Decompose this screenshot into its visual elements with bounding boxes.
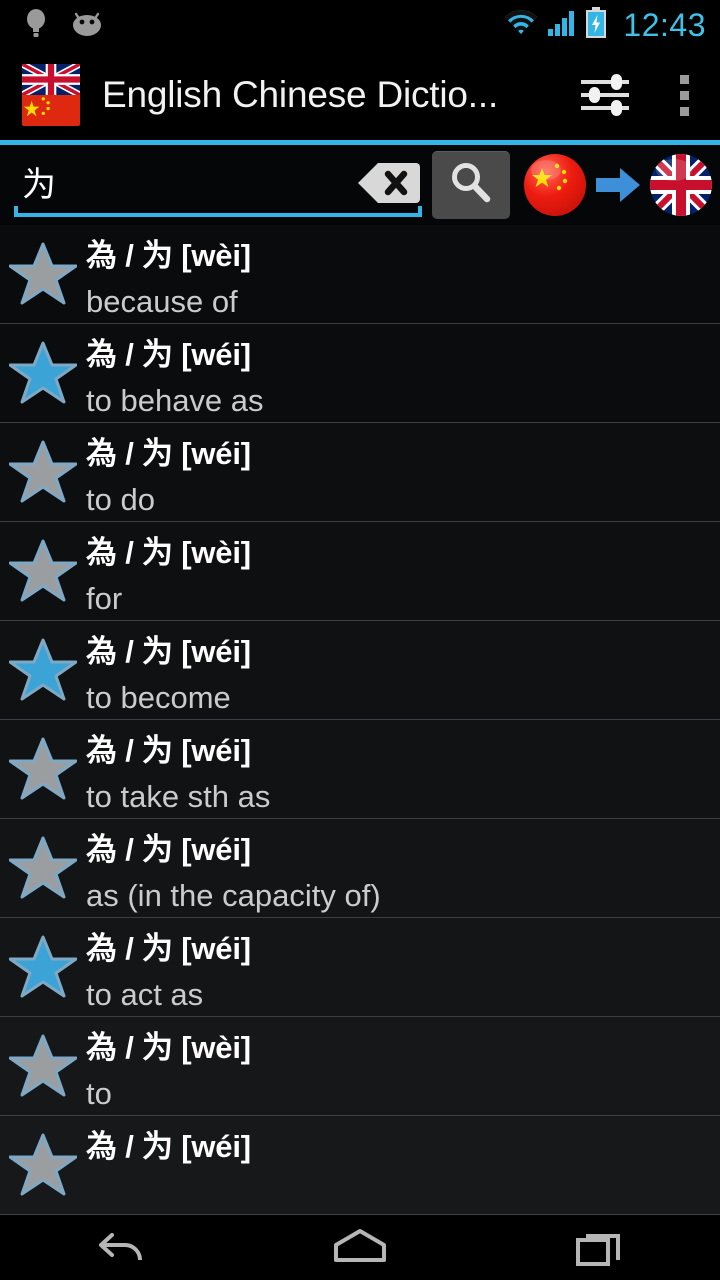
overflow-dot bbox=[679, 74, 689, 84]
result-headword: 為 / 为 [wéi] bbox=[86, 337, 251, 372]
result-text: 為 / 为 [wèi] because of bbox=[86, 225, 251, 323]
result-definition: as (in the capacity of) bbox=[86, 877, 381, 913]
sliders-icon[interactable] bbox=[562, 50, 648, 140]
clear-icon[interactable] bbox=[358, 161, 420, 205]
star-filled-icon[interactable] bbox=[0, 324, 86, 406]
status-bar: 12:43 bbox=[0, 0, 720, 50]
table-row[interactable]: 為 / 为 [wéi] to do bbox=[0, 423, 720, 522]
table-row[interactable]: 為 / 为 [wèi] because of bbox=[0, 225, 720, 324]
back-icon[interactable] bbox=[40, 1215, 200, 1280]
home-icon[interactable] bbox=[280, 1215, 440, 1280]
result-text: 為 / 为 [wéi] bbox=[86, 1116, 251, 1172]
android-icon bbox=[70, 9, 104, 42]
target-language-flag-uk[interactable] bbox=[650, 154, 712, 216]
wifi-icon bbox=[503, 8, 539, 43]
result-text: 為 / 为 [wéi] to behave as bbox=[86, 324, 264, 422]
star-outline-icon[interactable] bbox=[0, 819, 86, 901]
star-outline-icon[interactable] bbox=[0, 1017, 86, 1099]
page-title: English Chinese Dictio... bbox=[102, 74, 499, 115]
result-definition: for bbox=[86, 580, 123, 616]
star-outline-icon[interactable] bbox=[0, 1116, 86, 1198]
source-language-flag-cn[interactable] bbox=[524, 154, 586, 216]
result-headword: 為 / 为 [wéi] bbox=[86, 436, 251, 471]
table-row[interactable]: 為 / 为 [wéi] as (in the capacity of) bbox=[0, 819, 720, 918]
result-text: 為 / 为 [wéi] to act as bbox=[86, 918, 251, 1016]
star-outline-icon[interactable] bbox=[0, 720, 86, 802]
result-text: 為 / 为 [wéi] to become bbox=[86, 621, 251, 719]
arrow-right-icon bbox=[594, 163, 642, 207]
result-headword: 為 / 为 [wéi] bbox=[86, 931, 251, 966]
table-row[interactable]: 為 / 为 [wéi] to behave as bbox=[0, 324, 720, 423]
star-outline-icon[interactable] bbox=[0, 522, 86, 604]
search-results-list[interactable]: 為 / 为 [wèi] because of 為 / 为 [wéi] to behav… bbox=[0, 225, 720, 1215]
signal-icon bbox=[547, 8, 577, 43]
search-bar bbox=[0, 145, 720, 225]
result-definition: to take sth as bbox=[86, 778, 271, 814]
language-direction bbox=[524, 154, 712, 216]
result-text: 為 / 为 [wéi] to do bbox=[86, 423, 251, 521]
result-text: 為 / 为 [wéi] as (in the capacity of) bbox=[86, 819, 381, 917]
result-headword: 為 / 为 [wèi] bbox=[86, 1030, 251, 1065]
search-underline bbox=[14, 206, 422, 217]
table-row[interactable]: 為 / 为 [wéi] to take sth as bbox=[0, 720, 720, 819]
table-row[interactable]: 為 / 为 [wéi] bbox=[0, 1116, 720, 1215]
battery-charging-icon bbox=[585, 6, 607, 44]
star-filled-icon[interactable] bbox=[0, 918, 86, 1000]
result-headword: 為 / 为 [wéi] bbox=[86, 733, 251, 768]
overflow-dot bbox=[679, 90, 689, 100]
action-bar: English Chinese Dictio... bbox=[0, 50, 720, 140]
result-definition: because of bbox=[86, 283, 238, 319]
table-row[interactable]: 為 / 为 [wèi] for bbox=[0, 522, 720, 621]
search-icon bbox=[448, 160, 494, 211]
action-bar-buttons bbox=[562, 50, 720, 140]
result-definition: to behave as bbox=[86, 382, 264, 418]
status-bar-clock: 12:43 bbox=[623, 6, 706, 43]
star-outline-icon[interactable] bbox=[0, 225, 86, 307]
result-text: 為 / 为 [wéi] to take sth as bbox=[86, 720, 270, 818]
result-headword: 為 / 为 [wèi] bbox=[86, 535, 251, 570]
search-field-wrapper bbox=[8, 149, 428, 221]
result-headword: 為 / 为 [wèi] bbox=[86, 238, 251, 273]
result-text: 為 / 为 [wèi] to bbox=[86, 1017, 251, 1115]
result-definition: to do bbox=[86, 481, 155, 517]
result-definition: to bbox=[86, 1075, 112, 1111]
system-navigation-bar bbox=[0, 1215, 720, 1280]
overflow-menu-icon[interactable] bbox=[648, 50, 720, 140]
recents-icon[interactable] bbox=[520, 1215, 680, 1280]
result-headword: 為 / 为 [wéi] bbox=[86, 832, 251, 867]
phone-screen: 12:43 English Chinese Dictio... 为 為 / 为 … bbox=[0, 0, 720, 1280]
lightbulb-icon bbox=[24, 7, 48, 44]
result-headword: 為 / 为 [wéi] bbox=[86, 1129, 251, 1164]
overflow-dot bbox=[679, 106, 689, 116]
status-bar-system-icons: 12:43 bbox=[503, 6, 720, 44]
status-bar-notifications bbox=[0, 7, 104, 44]
result-definition: to become bbox=[86, 679, 231, 715]
table-row[interactable]: 為 / 为 [wéi] to become bbox=[0, 621, 720, 720]
result-text: 為 / 为 [wèi] for bbox=[86, 522, 251, 620]
result-headword: 為 / 为 [wéi] bbox=[86, 634, 251, 669]
uk-cn-flag-icon[interactable] bbox=[22, 64, 80, 126]
star-filled-icon[interactable] bbox=[0, 621, 86, 703]
result-definition: to act as bbox=[86, 976, 204, 1012]
table-row[interactable]: 為 / 为 [wèi] to bbox=[0, 1017, 720, 1116]
star-outline-icon[interactable] bbox=[0, 423, 86, 505]
search-button[interactable] bbox=[432, 151, 510, 219]
table-row[interactable]: 為 / 为 [wéi] to act as bbox=[0, 918, 720, 1017]
